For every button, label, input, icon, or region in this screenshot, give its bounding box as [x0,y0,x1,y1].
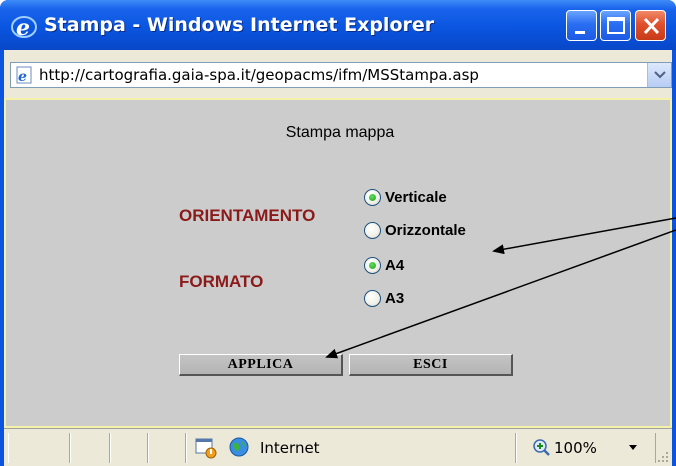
radio-label-verticale: Verticale [385,189,447,206]
address-field[interactable]: e http://cartografia.gaia-spa.it/geopacm… [10,62,672,88]
zoom-level[interactable]: 100% [554,433,597,463]
status-cell [110,433,148,463]
close-icon [643,17,660,35]
maximize-button[interactable] [600,10,631,41]
maximize-icon [607,17,625,34]
exit-button[interactable]: ESCI [349,354,513,376]
resize-grip-icon[interactable] [656,450,670,464]
status-bar: Internet 100% [4,428,672,466]
zone-label: Internet [260,439,320,457]
svg-text:e: e [18,69,27,84]
browser-window: e Stampa - Windows Internet Explorer e h… [0,0,676,466]
status-cell [8,433,70,463]
orientation-label: ORIENTAMENTO [179,206,316,225]
url-text: http://cartografia.gaia-spa.it/geopacms/… [39,66,479,84]
radio-button[interactable] [364,222,381,239]
apply-button[interactable]: APPLICA [179,354,343,376]
radio-button-checked[interactable] [364,257,381,274]
chevron-down-icon [654,71,666,79]
security-warning-icon[interactable] [194,437,218,459]
radio-button[interactable] [364,290,381,307]
page-title: Stampa mappa [285,124,395,141]
window-title: Stampa - Windows Internet Explorer [44,14,435,36]
status-cell [70,433,110,463]
svg-text:e: e [16,15,30,41]
page-icon: e [16,66,32,84]
radio-label-a4: A4 [385,257,405,274]
title-bar[interactable]: e Stampa - Windows Internet Explorer [0,0,676,50]
address-bar: e http://cartografia.gaia-spa.it/geopacm… [4,50,672,98]
page-content: Stampa mappa ORIENTAMENTO FORMATO Vertic… [4,98,672,428]
chevron-down-icon[interactable] [628,444,638,452]
status-cell [148,433,186,463]
globe-icon [229,437,249,457]
radio-label-a3: A3 [385,290,405,307]
format-label: FORMATO [179,272,264,291]
address-dropdown-button[interactable] [647,63,671,87]
minimize-button[interactable] [566,10,597,41]
close-button[interactable] [635,10,666,41]
minimize-icon [575,31,585,34]
radio-label-orizzontale: Orizzontale [385,222,466,239]
ie-logo-icon: e [11,15,37,41]
radio-button-checked[interactable] [364,189,381,206]
zoom-icon [533,439,550,456]
